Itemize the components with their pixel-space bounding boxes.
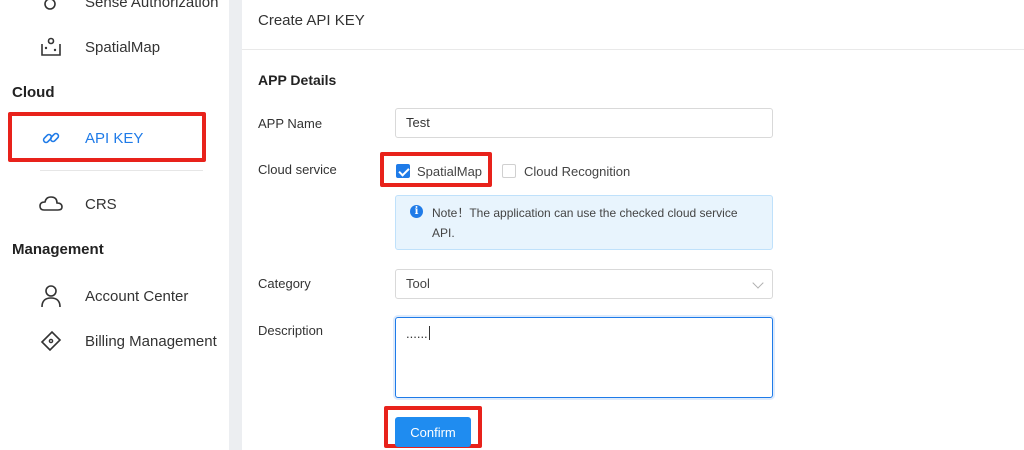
sidebar: Sense Authorization SpatialMap Cloud API…: [0, 0, 229, 450]
page-title: Create API KEY: [258, 12, 365, 29]
ticket-icon: [38, 328, 64, 354]
sense-icon: [38, 0, 64, 15]
notice-text: Note！The application can use the checked…: [432, 206, 738, 240]
text-caret: [428, 326, 430, 340]
confirm-button[interactable]: Confirm: [395, 417, 471, 447]
sidebar-edge: [229, 0, 242, 450]
spatialmap-checkbox-label[interactable]: SpatialMap: [417, 164, 482, 179]
category-label: Category: [258, 276, 311, 291]
sidebar-item-label: Sense Authorization: [85, 0, 219, 11]
sidebar-item-account-center[interactable]: Account Center: [0, 276, 229, 316]
spatialmap-icon: [38, 34, 64, 60]
app-name-input[interactable]: Test: [395, 108, 773, 138]
highlight-box-api-key: [8, 112, 206, 162]
cloud-service-label: Cloud service: [258, 162, 337, 177]
main-panel: Create API KEY APP Details APP Name Test…: [242, 0, 1024, 450]
sidebar-section-cloud: Cloud: [12, 84, 55, 101]
cloud-icon: [38, 191, 64, 217]
app-name-label: APP Name: [258, 116, 323, 131]
chevron-down-icon: [752, 277, 764, 289]
sidebar-item-billing-management[interactable]: Billing Management: [0, 321, 229, 361]
category-select-value: Tool: [406, 276, 430, 291]
user-icon: [38, 283, 64, 309]
category-select[interactable]: Tool: [395, 269, 773, 299]
cloud-recognition-checkbox[interactable]: [502, 164, 516, 178]
sidebar-item-sense-authorization[interactable]: Sense Authorization: [0, 0, 229, 22]
sidebar-item-label: SpatialMap: [85, 38, 161, 56]
sidebar-item-label: Account Center: [85, 287, 189, 305]
sidebar-item-spatialmap[interactable]: SpatialMap: [0, 27, 229, 67]
sidebar-item-label: CRS: [85, 195, 117, 213]
section-title: APP Details: [258, 72, 337, 88]
description-label: Description: [258, 323, 324, 338]
sidebar-divider: [40, 170, 203, 171]
sidebar-item-label: Billing Management: [85, 332, 217, 350]
description-textarea[interactable]: ......: [395, 317, 773, 398]
title-divider: [242, 49, 1024, 50]
sidebar-item-crs[interactable]: CRS: [0, 184, 229, 224]
info-icon: i: [410, 205, 423, 218]
cloud-recognition-checkbox-label[interactable]: Cloud Recognition: [524, 164, 630, 179]
description-text: ......: [406, 326, 428, 341]
notice-box: i Note！The application can use the check…: [395, 195, 773, 250]
sidebar-section-management: Management: [12, 241, 104, 258]
spatialmap-checkbox[interactable]: [396, 164, 410, 178]
